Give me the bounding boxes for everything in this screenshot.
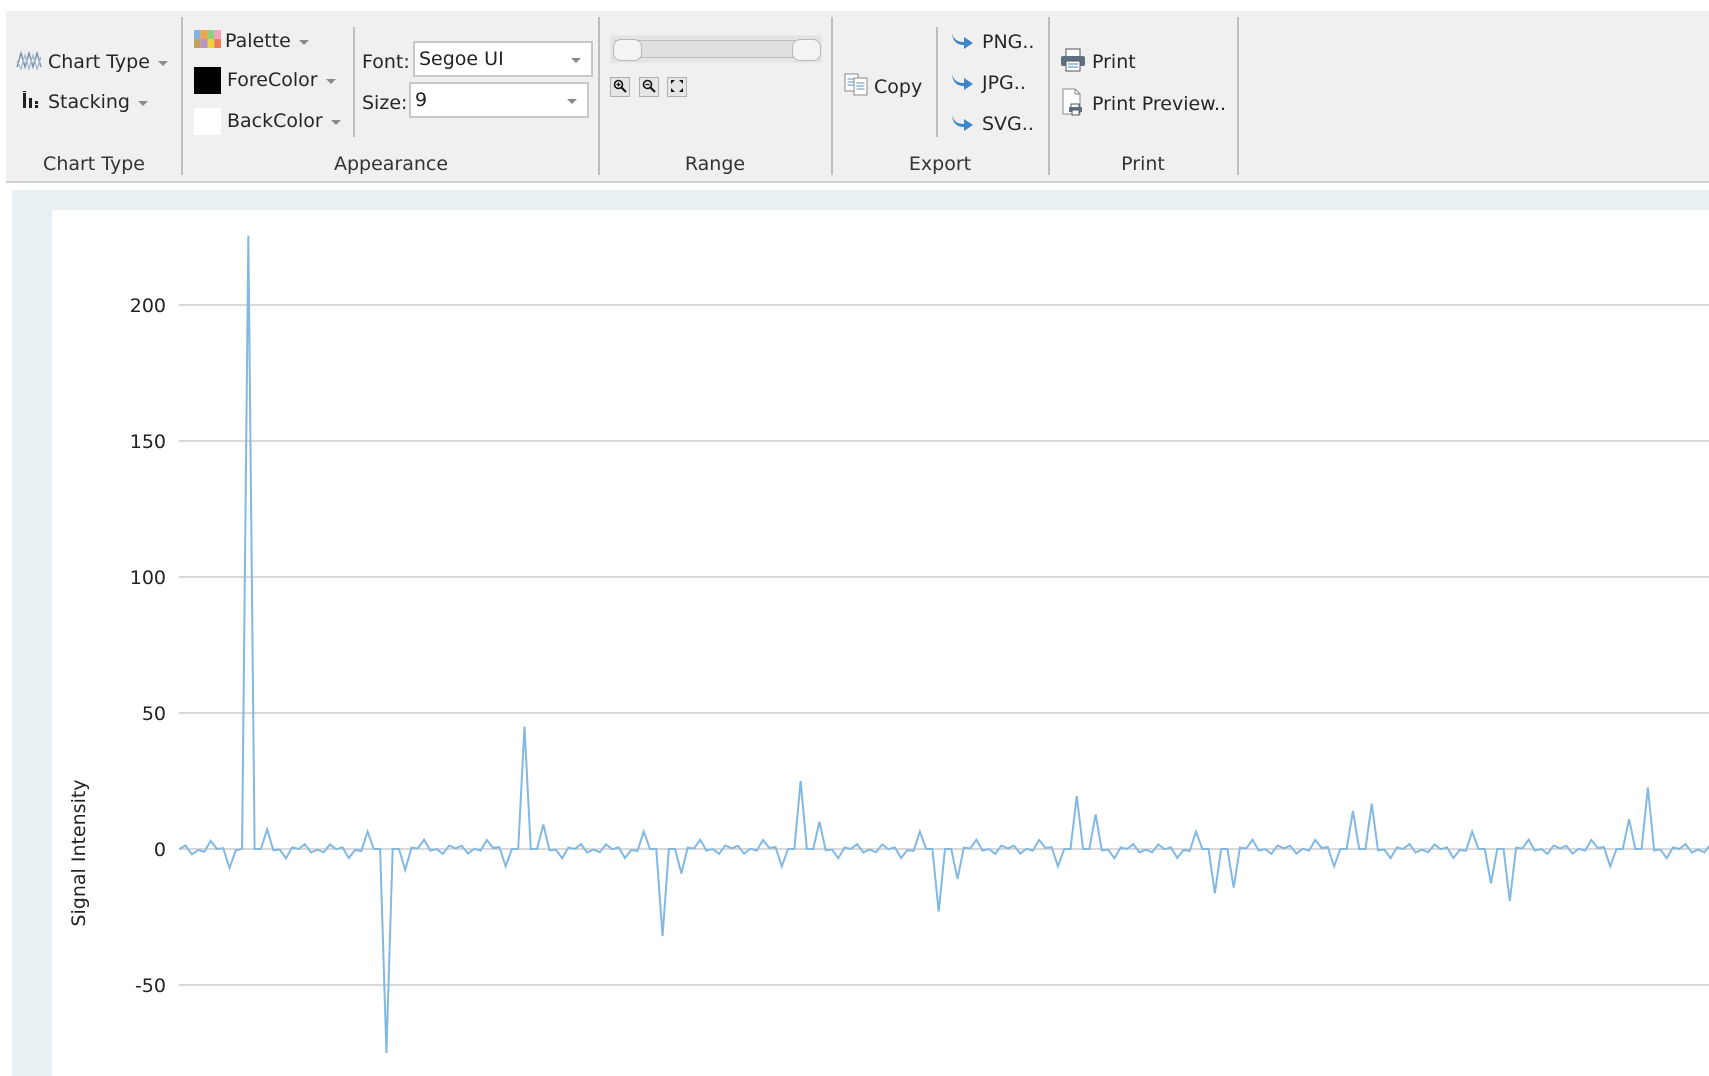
y-tick-label: 150	[130, 431, 166, 453]
y-tick-label: 200	[130, 295, 166, 317]
y-tick-label: -50	[135, 975, 166, 997]
series-layer	[178, 235, 1709, 1054]
y-tick-label: 100	[130, 567, 166, 589]
y-axis-ticks: -50 0 50 100 150 200	[130, 295, 166, 997]
line-chart: -50 0 50 100 150 200 Signal Intensity	[68, 235, 1709, 1054]
y-tick-label: 0	[154, 839, 166, 861]
series-line	[178, 235, 1709, 1054]
y-tick-label: 50	[142, 703, 166, 725]
y-axis-title: Signal Intensity	[68, 779, 90, 926]
gridlines	[179, 304, 1709, 986]
